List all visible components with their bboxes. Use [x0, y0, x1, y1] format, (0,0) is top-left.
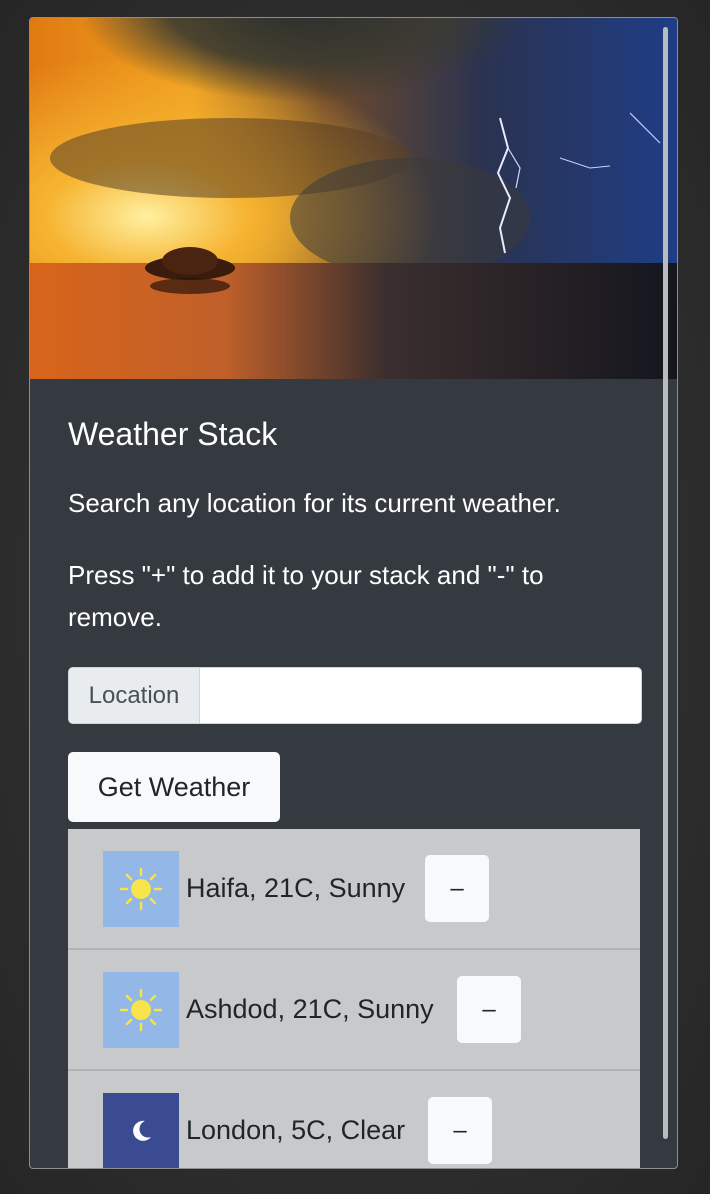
location-label: Location	[69, 668, 200, 723]
remove-button[interactable]: –	[428, 1097, 492, 1164]
location-input-group: Location	[68, 667, 642, 724]
hero-storm-image	[30, 18, 677, 379]
description-stack-instructions: Press "+" to add it to your stack and "-…	[68, 560, 544, 632]
list-item-text: Ashdod, 21C, Sunny	[186, 994, 434, 1024]
get-weather-button[interactable]: Get Weather	[68, 752, 280, 822]
list-item: Haifa, 21C, Sunny –	[68, 829, 640, 950]
list-item: Ashdod, 21C, Sunny –	[68, 950, 640, 1071]
remove-button[interactable]: –	[425, 855, 489, 922]
location-input[interactable]	[200, 668, 641, 723]
remove-button[interactable]: –	[457, 976, 521, 1043]
list-item-text: Haifa, 21C, Sunny	[186, 873, 406, 903]
sun-icon	[103, 851, 179, 927]
list-item: London, 5C, Clear –	[68, 1071, 640, 1168]
weather-card: Weather Stack Search any location for it…	[29, 17, 678, 1169]
description-search: Search any location for its current weat…	[68, 488, 561, 518]
list-item-text: London, 5C, Clear	[186, 1115, 406, 1145]
sun-icon	[103, 972, 179, 1048]
scrollbar[interactable]	[663, 27, 668, 1139]
page-title: Weather Stack	[68, 416, 278, 452]
moon-icon	[103, 1093, 179, 1168]
weather-stack-list: Haifa, 21C, Sunny – Ashdod, 21C, Sunny –	[68, 829, 640, 1168]
